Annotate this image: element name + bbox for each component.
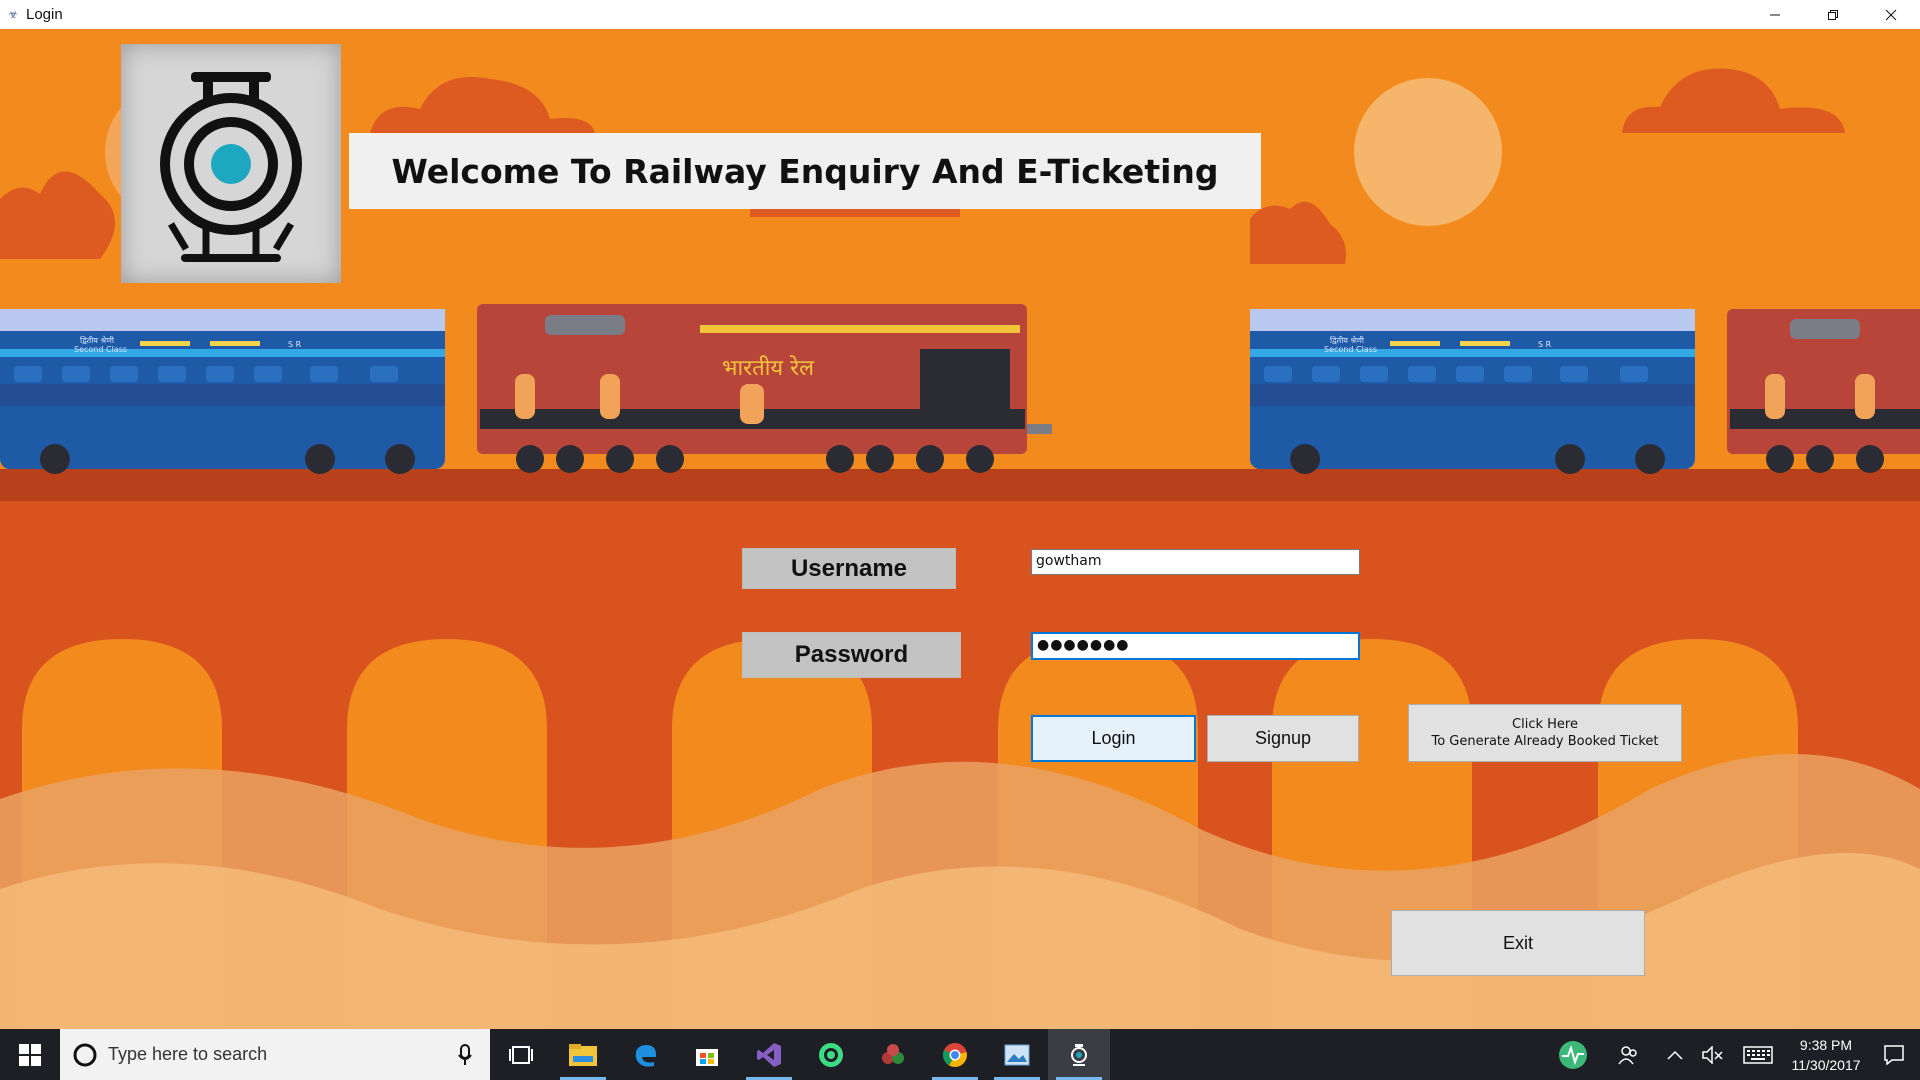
- username-label: Username: [742, 548, 956, 589]
- login-app-icon[interactable]: [1048, 1029, 1110, 1080]
- restore-icon: [1828, 9, 1838, 20]
- start-button[interactable]: [0, 1029, 60, 1080]
- people-icon[interactable]: [1600, 1029, 1656, 1080]
- locomotive-right: [1727, 309, 1920, 473]
- train-logo-icon: [160, 71, 302, 262]
- minimize-icon: [1770, 14, 1780, 15]
- system-tray: 9:38 PM 11/30/2017: [1546, 1029, 1920, 1080]
- username-field[interactable]: gowtham: [1031, 549, 1360, 575]
- coach-code-left: S R: [288, 340, 302, 349]
- window-title: Login: [26, 6, 63, 23]
- passenger-coach-right: [1250, 309, 1695, 474]
- microphone-icon[interactable]: [458, 1043, 472, 1066]
- password-field[interactable]: ●●●●●●●: [1031, 632, 1360, 660]
- coach-hindi-text-right: द्वितीय श्रेणी: [1330, 335, 1365, 345]
- action-center-icon[interactable]: [1868, 1029, 1920, 1080]
- task-view-icon[interactable]: [490, 1029, 552, 1080]
- coach-hindi-text-left: द्वितीय श्रेणी: [80, 335, 115, 345]
- login-button[interactable]: Login: [1031, 715, 1196, 762]
- android-studio-icon[interactable]: [800, 1029, 862, 1080]
- locomotive: [477, 304, 1052, 473]
- photos-icon[interactable]: [986, 1029, 1048, 1080]
- passenger-coach-left: [0, 309, 445, 474]
- engine-hindi-text: भारतीय रेल: [722, 355, 815, 381]
- coach-english-text-right: Second Class: [1324, 345, 1377, 354]
- restore-button[interactable]: [1804, 0, 1862, 29]
- cortana-icon: [73, 1043, 97, 1066]
- generate-ticket-button[interactable]: Click Here To Generate Already Booked Ti…: [1408, 704, 1682, 762]
- search-placeholder: Type here to search: [108, 1044, 268, 1064]
- title-bar: ☣ Login: [0, 0, 1920, 29]
- keyboard-icon[interactable]: [1732, 1029, 1784, 1080]
- store-icon[interactable]: [676, 1029, 738, 1080]
- taskbar: Type here to search 9:38 PM 11/30/2017: [0, 1029, 1920, 1080]
- password-label: Password: [742, 632, 961, 678]
- clock-date: 11/30/2017: [1791, 1056, 1861, 1073]
- clock-time: 9:38 PM: [1799, 1036, 1853, 1053]
- coach-english-text-left: Second Class: [74, 345, 127, 354]
- edge-icon[interactable]: [614, 1029, 676, 1080]
- generate-ticket-line1: Click Here: [1512, 717, 1578, 732]
- welcome-banner: Welcome To Railway Enquiry And E-Ticketi…: [349, 133, 1261, 209]
- search-box[interactable]: Type here to search: [60, 1029, 490, 1080]
- close-button[interactable]: [1862, 0, 1920, 29]
- file-explorer-icon[interactable]: [552, 1029, 614, 1080]
- login-scene: द्वितीय श्रेणी Second Class S R भारतीय र…: [0, 29, 1920, 1029]
- signup-button[interactable]: Signup: [1207, 715, 1359, 762]
- chevron-up-icon[interactable]: [1656, 1029, 1694, 1080]
- clock[interactable]: 9:38 PM 11/30/2017: [1784, 1035, 1868, 1075]
- exit-button[interactable]: Exit: [1391, 910, 1645, 976]
- visual-studio-icon[interactable]: [738, 1029, 800, 1080]
- railway-logo: [121, 44, 341, 283]
- close-icon: [1885, 9, 1897, 20]
- train-logo-icon: ☣: [8, 8, 18, 21]
- resource-monitor-icon[interactable]: [1546, 1029, 1600, 1080]
- windows-logo-icon: [19, 1043, 41, 1066]
- generate-ticket-line2: To Generate Already Booked Ticket: [1431, 734, 1659, 749]
- minimize-button[interactable]: [1746, 0, 1804, 29]
- chrome-icon[interactable]: [924, 1029, 986, 1080]
- davinci-icon[interactable]: [862, 1029, 924, 1080]
- coach-code-right: S R: [1538, 340, 1552, 349]
- volume-muted-icon[interactable]: [1694, 1029, 1732, 1080]
